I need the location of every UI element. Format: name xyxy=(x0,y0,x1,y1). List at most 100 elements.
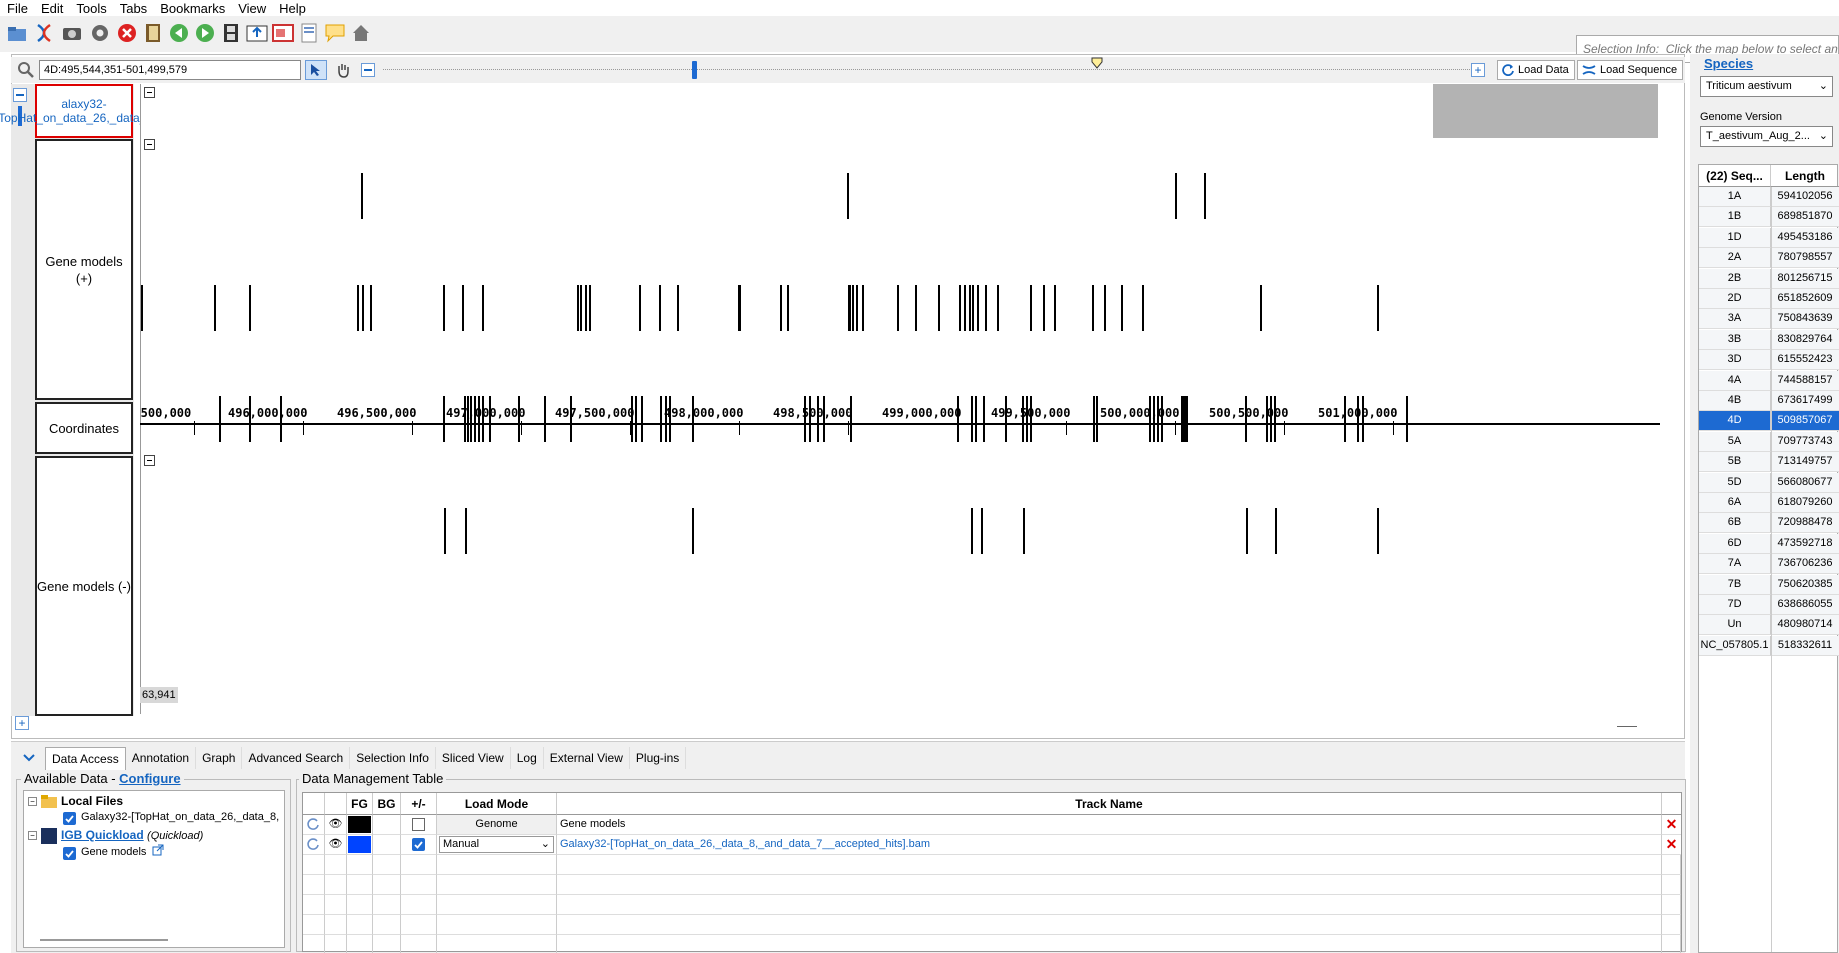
gene-feature-minus[interactable] xyxy=(1274,396,1276,442)
gene-feature-minus[interactable] xyxy=(957,396,959,442)
external-link-icon[interactable] xyxy=(152,844,164,859)
menu-tools[interactable]: Tools xyxy=(69,1,112,16)
gene-feature-plus[interactable] xyxy=(659,285,661,331)
splitter-handle[interactable] xyxy=(1617,726,1637,727)
gene-feature-minus[interactable] xyxy=(971,396,973,442)
load-mode-dropdown[interactable]: Manual ⌄ xyxy=(437,835,557,855)
horizontal-scrollbar[interactable] xyxy=(40,939,168,941)
gene-feature-minus[interactable] xyxy=(249,396,251,442)
stop-icon[interactable] xyxy=(115,21,139,45)
home-icon[interactable] xyxy=(349,21,373,45)
gene-feature-minus[interactable] xyxy=(809,396,811,442)
gene-feature-minus[interactable] xyxy=(1377,508,1379,554)
gene-feature-minus[interactable] xyxy=(1149,396,1151,442)
gene-feature-plus[interactable] xyxy=(677,285,679,331)
gene-feature-minus[interactable] xyxy=(1275,508,1277,554)
document-icon[interactable] xyxy=(297,21,321,45)
gene-feature-plus[interactable] xyxy=(370,285,372,331)
zoom-slider-track[interactable] xyxy=(383,69,1478,71)
genome-version-dropdown[interactable]: T_aestivum_Aug_2... ⌄ xyxy=(1700,126,1833,147)
gene-feature-plus[interactable] xyxy=(848,285,851,331)
menu-edit[interactable]: Edit xyxy=(34,1,69,16)
refresh-icon[interactable] xyxy=(303,815,325,835)
gene-feature-plus[interactable] xyxy=(977,285,979,331)
track-name-gene-models[interactable]: Gene models xyxy=(557,815,1662,835)
gene-feature-minus[interactable] xyxy=(465,508,467,554)
igb-quickload-node[interactable]: IGB Quickload (Quickload) xyxy=(61,828,203,842)
gene-feature-minus[interactable] xyxy=(823,396,825,442)
gene-feature-minus[interactable] xyxy=(464,396,466,442)
tab-external-view[interactable]: External View xyxy=(544,747,630,769)
load-sequence-button[interactable]: Load Sequence xyxy=(1577,60,1684,80)
tab-graph[interactable]: Graph xyxy=(196,747,243,769)
gene-feature-plus[interactable] xyxy=(1204,173,1206,219)
window-icon[interactable] xyxy=(271,21,295,45)
gene-feature-plus[interactable] xyxy=(1175,173,1177,219)
tab-plug-ins[interactable]: Plug-ins xyxy=(630,747,687,769)
track-label-gene-models-minus[interactable]: Gene models (-) xyxy=(35,456,133,716)
search-icon[interactable] xyxy=(17,61,35,82)
gene-feature-minus[interactable] xyxy=(280,396,282,442)
collapse-track-icon[interactable] xyxy=(144,455,155,466)
gene-feature-minus[interactable] xyxy=(1181,396,1188,442)
gene-feature-minus[interactable] xyxy=(635,396,637,442)
gene-feature-minus[interactable] xyxy=(518,396,520,442)
gene-feature-plus[interactable] xyxy=(1054,285,1056,331)
gene-models-checkbox[interactable] xyxy=(63,847,76,860)
gene-feature-plus[interactable] xyxy=(357,285,359,331)
gene-feature-minus[interactable] xyxy=(474,396,476,442)
forward-arrow-icon[interactable] xyxy=(193,21,217,45)
sequence-row[interactable]: 4A 744588157 xyxy=(1699,370,1839,391)
gene-feature-minus[interactable] xyxy=(1093,396,1095,442)
gene-feature-plus[interactable] xyxy=(1043,285,1045,331)
gene-feature-minus[interactable] xyxy=(444,508,446,554)
sequence-row[interactable]: 4B 673617499 xyxy=(1699,391,1839,411)
sequence-row[interactable]: 2B 801256715 xyxy=(1699,268,1839,289)
gene-feature-plus[interactable] xyxy=(1377,285,1379,331)
track-area[interactable]: 95,500,000 496,000,000 496,500,000 497,000,… xyxy=(140,84,1660,714)
zoom-slider-thumb[interactable] xyxy=(692,61,697,79)
gene-feature-plus[interactable] xyxy=(589,285,591,331)
tab-sliced-view[interactable]: Sliced View xyxy=(436,747,511,769)
gene-feature-minus[interactable] xyxy=(570,396,572,442)
configure-link[interactable]: Configure xyxy=(119,771,180,786)
gene-feature-plus[interactable] xyxy=(972,285,974,331)
zoom-out-icon[interactable] xyxy=(361,63,375,77)
menu-view[interactable]: View xyxy=(231,1,272,16)
gene-feature-minus[interactable] xyxy=(817,396,819,442)
gene-feature-plus[interactable] xyxy=(249,285,251,331)
igb-quickload-link[interactable]: IGB Quickload xyxy=(61,828,144,842)
gene-feature-minus[interactable] xyxy=(1026,396,1028,442)
sequence-row[interactable]: 2D 651852609 xyxy=(1699,289,1839,309)
gene-feature-plus[interactable] xyxy=(1121,285,1123,331)
galaxy-file-node[interactable]: Galaxy32-[TopHat_on_data_26,_data_8, xyxy=(81,811,279,823)
gene-feature-minus[interactable] xyxy=(1270,396,1272,442)
pan-hand-icon[interactable] xyxy=(332,60,354,80)
sequence-row[interactable]: 4D 509857067 xyxy=(1699,411,1839,432)
gene-feature-minus[interactable] xyxy=(478,396,480,442)
species-dropdown[interactable]: Triticum aestivum ⌄ xyxy=(1700,76,1833,97)
gene-feature-plus[interactable] xyxy=(997,285,999,331)
tree-collapse-icon[interactable]: − xyxy=(28,831,37,840)
gene-feature-plus[interactable] xyxy=(462,285,464,331)
bg-color-swatch[interactable] xyxy=(373,835,401,855)
gene-feature-plus[interactable] xyxy=(1030,285,1032,331)
gene-feature-minus[interactable] xyxy=(692,396,694,442)
tab-selection-info[interactable]: Selection Info xyxy=(350,747,436,769)
refresh-icon[interactable] xyxy=(303,835,325,855)
gene-feature-minus[interactable] xyxy=(467,396,469,442)
gene-feature-plus[interactable] xyxy=(141,285,143,331)
gene-feature-minus[interactable] xyxy=(1357,396,1359,442)
gene-feature-plus[interactable] xyxy=(852,285,854,331)
gene-feature-minus[interactable] xyxy=(975,396,977,442)
tab-annotation[interactable]: Annotation xyxy=(126,747,197,769)
gene-feature-plus[interactable] xyxy=(856,285,858,331)
gene-feature-plus[interactable] xyxy=(738,285,741,331)
gene-feature-minus[interactable] xyxy=(1266,396,1268,442)
camera-icon[interactable] xyxy=(60,21,84,45)
sequence-table[interactable]: (22) Seq... Length 1A 594102056 1B 68985187… xyxy=(1698,164,1839,953)
gene-feature-minus[interactable] xyxy=(983,396,985,442)
gene-feature-plus[interactable] xyxy=(214,285,216,331)
track-label-galaxy32-bam[interactable]: alaxy32-[TopHat_on_data_26,_data_8,_... xyxy=(0,84,173,138)
gene-feature-plus[interactable] xyxy=(959,285,961,331)
